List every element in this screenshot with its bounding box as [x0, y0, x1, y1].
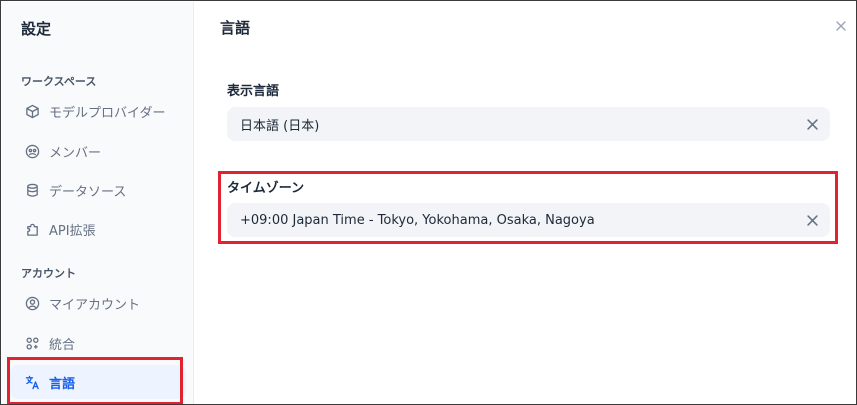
sidebar-item-my-account[interactable]: マイアカウント [10, 286, 186, 320]
sidebar-item-label: モデルプロバイダー [49, 105, 166, 121]
sidebar-item-label: マイアカウント [49, 297, 141, 313]
section-label-workspace: ワークスペース [21, 75, 97, 88]
sidebar-item-label: API拡張 [49, 223, 96, 239]
cube-icon [24, 103, 40, 119]
sidebar-item-label: メンバー [49, 145, 102, 161]
language-settings-panel: 言語 表示言語 日本語 (日本) タイムゾーン +09:00 Japan Tim… [195, 2, 856, 404]
section-label-account: アカウント [21, 267, 76, 280]
members-icon [24, 143, 40, 159]
clear-timezone-button[interactable] [804, 212, 820, 228]
database-icon [24, 182, 40, 198]
sidebar-item-label: 言語 [49, 376, 76, 392]
close-icon [806, 118, 818, 130]
puzzle-icon [24, 221, 40, 237]
settings-sidebar: 設定 ワークスペース モデルプロバイダー メンバー データソース API拡張 ア… [2, 2, 194, 404]
timezone-select[interactable]: +09:00 Japan Time - Tokyo, Yokohama, Osa… [227, 203, 830, 237]
sidebar-item-label: データソース [49, 184, 127, 200]
close-icon [836, 16, 846, 35]
sidebar-item-model-provider[interactable]: モデルプロバイダー [10, 94, 186, 128]
settings-window: 設定 ワークスペース モデルプロバイダー メンバー データソース API拡張 ア… [0, 0, 857, 405]
sidebar-item-language[interactable]: 言語 [10, 365, 186, 399]
user-circle-icon [24, 295, 40, 311]
sidebar-item-label: 統合 [49, 337, 76, 353]
page-title: 言語 [220, 19, 251, 37]
display-language-select[interactable]: 日本語 (日本) [227, 107, 830, 141]
sidebar-item-integrations[interactable]: 統合 [10, 326, 186, 360]
close-icon [806, 214, 818, 226]
display-language-label: 表示言語 [227, 84, 280, 99]
sidebar-item-api-extension[interactable]: API拡張 [10, 212, 186, 246]
close-button[interactable] [833, 17, 849, 33]
translate-icon [24, 374, 40, 390]
integrations-icon [24, 335, 40, 351]
sidebar-title: 設定 [21, 20, 52, 38]
sidebar-item-members[interactable]: メンバー [10, 134, 186, 168]
timezone-value: +09:00 Japan Time - Tokyo, Yokohama, Osa… [240, 212, 595, 228]
timezone-label: タイムゾーン [227, 181, 305, 196]
display-language-value: 日本語 (日本) [240, 118, 320, 134]
clear-display-language-button[interactable] [804, 116, 820, 132]
sidebar-item-data-source[interactable]: データソース [10, 173, 186, 207]
